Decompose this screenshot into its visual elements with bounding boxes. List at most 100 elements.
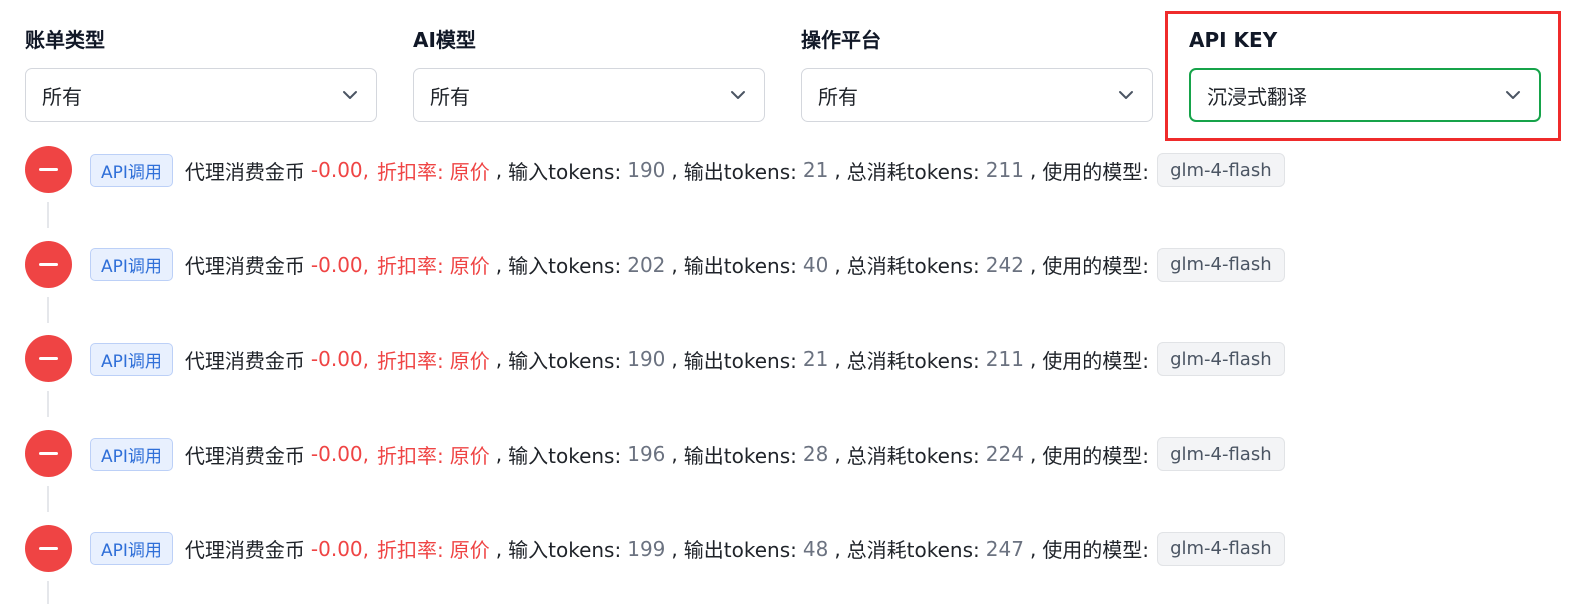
filter-bar: 账单类型 所有 AI模型 所有 操作平台 所有 API KEY 沉浸式翻译: [0, 0, 1588, 141]
platform-select[interactable]: 所有: [801, 68, 1153, 122]
model-label: 使用的模型:: [1042, 159, 1150, 184]
total-label: 总消耗tokens:: [846, 443, 980, 468]
filter-label: 账单类型: [25, 28, 105, 52]
timeline-item: API调用 代理消费金币 -0.00, 折扣率: 原价 , 输入tokens: …: [0, 140, 1588, 228]
filter-label: API KEY: [1189, 28, 1278, 52]
output-label: 输出tokens:: [683, 159, 797, 184]
select-value: 沉浸式翻译: [1207, 84, 1307, 109]
output-label: 输出tokens:: [683, 348, 797, 373]
model-tag: glm-4-flash: [1157, 247, 1285, 282]
input-label: 输入tokens:: [508, 254, 622, 279]
desc-text: 代理消费金币: [184, 159, 305, 184]
discount-label: 折扣率:: [377, 254, 444, 279]
api-call-tag: API调用: [90, 153, 173, 187]
bill-type-select[interactable]: 所有: [25, 68, 377, 122]
filter-platform: 操作平台 所有: [801, 26, 1153, 122]
timeline-connector: [47, 486, 49, 513]
output-label: 输出tokens:: [683, 254, 797, 279]
select-value: 所有: [818, 84, 858, 109]
filter-ai-model: AI模型 所有: [413, 26, 765, 122]
minus-circle-icon: [25, 335, 72, 383]
output-label: 输出tokens:: [683, 443, 797, 468]
model-tag: glm-4-flash: [1157, 342, 1285, 377]
model-label: 使用的模型:: [1042, 443, 1150, 468]
timeline-item-content: API调用 代理消费金币 -0.00, 折扣率: 原价 , 输入tokens: …: [90, 342, 1285, 377]
desc-text: 代理消费金币: [184, 538, 305, 563]
discount-value: 原价: [449, 254, 490, 279]
timeline-item: API调用 代理消费金币 -0.00, 折扣率: 原价 , 输入tokens: …: [0, 519, 1588, 604]
discount-value: 原价: [449, 443, 490, 468]
api-call-tag: API调用: [90, 248, 173, 282]
billing-timeline: API调用 代理消费金币 -0.00, 折扣率: 原价 , 输入tokens: …: [0, 140, 1588, 604]
timeline-item: API调用 代理消费金币 -0.00, 折扣率: 原价 , 输入tokens: …: [0, 424, 1588, 513]
output-value: 48: [802, 536, 829, 561]
timeline-item: API调用 代理消费金币 -0.00, 折扣率: 原价 , 输入tokens: …: [0, 235, 1588, 323]
discount-label: 折扣率:: [377, 159, 444, 184]
filter-bill-type: 账单类型 所有: [25, 26, 377, 122]
amount-value: -0.00,: [310, 442, 370, 467]
input-value: 199: [627, 536, 666, 561]
chevron-down-icon: [731, 91, 745, 99]
timeline-item-content: API调用 代理消费金币 -0.00, 折扣率: 原价 , 输入tokens: …: [90, 531, 1285, 566]
api-call-tag: API调用: [90, 342, 173, 376]
api-key-select[interactable]: 沉浸式翻译: [1189, 68, 1541, 122]
output-label: 输出tokens:: [683, 538, 797, 563]
output-value: 40: [802, 252, 829, 277]
input-label: 输入tokens:: [508, 348, 622, 373]
filter-label: 操作平台: [801, 28, 881, 52]
minus-circle-icon: [25, 240, 72, 288]
model-label: 使用的模型:: [1042, 348, 1150, 373]
amount-value: -0.00,: [310, 158, 370, 182]
timeline-connector: [47, 202, 49, 228]
output-value: 21: [802, 158, 829, 182]
chevron-down-icon: [1506, 91, 1520, 99]
input-label: 输入tokens:: [508, 159, 622, 184]
minus-circle-icon: [25, 146, 72, 193]
model-tag: glm-4-flash: [1157, 153, 1285, 187]
timeline-connector: [47, 296, 49, 323]
input-label: 输入tokens:: [508, 443, 622, 468]
input-label: 输入tokens:: [508, 538, 622, 563]
minus-circle-icon: [25, 430, 72, 478]
total-label: 总消耗tokens:: [846, 538, 980, 563]
model-tag: glm-4-flash: [1157, 437, 1285, 472]
select-value: 所有: [42, 84, 82, 109]
select-value: 所有: [430, 84, 470, 109]
output-value: 28: [802, 442, 829, 467]
timeline-item-content: API调用 代理消费金币 -0.00, 折扣率: 原价 , 输入tokens: …: [90, 247, 1285, 282]
total-label: 总消耗tokens:: [846, 159, 980, 184]
discount-value: 原价: [449, 348, 490, 373]
minus-circle-icon: [25, 524, 72, 572]
total-value: 247: [985, 536, 1024, 561]
timeline-connector: [47, 580, 49, 604]
timeline-item-content: API调用 代理消费金币 -0.00, 折扣率: 原价 , 输入tokens: …: [90, 437, 1285, 472]
filter-api-key: API KEY 沉浸式翻译: [1189, 26, 1541, 122]
total-value: 211: [985, 158, 1024, 182]
desc-text: 代理消费金币: [184, 443, 305, 468]
chevron-down-icon: [1119, 91, 1133, 99]
total-value: 242: [985, 252, 1024, 277]
model-tag: glm-4-flash: [1157, 531, 1285, 566]
discount-label: 折扣率:: [377, 348, 444, 373]
amount-value: -0.00,: [310, 536, 370, 561]
discount-value: 原价: [449, 159, 490, 184]
input-value: 190: [627, 347, 666, 372]
input-value: 190: [627, 158, 666, 182]
desc-text: 代理消费金币: [184, 254, 305, 279]
timeline-item-content: API调用 代理消费金币 -0.00, 折扣率: 原价 , 输入tokens: …: [90, 153, 1285, 187]
total-value: 224: [985, 442, 1024, 467]
model-label: 使用的模型:: [1042, 538, 1150, 563]
input-value: 202: [627, 252, 666, 277]
discount-label: 折扣率:: [377, 443, 444, 468]
amount-value: -0.00,: [310, 347, 370, 372]
filter-label: AI模型: [413, 28, 476, 52]
api-call-tag: API调用: [90, 532, 173, 566]
total-label: 总消耗tokens:: [846, 254, 980, 279]
timeline-item: API调用 代理消费金币 -0.00, 折扣率: 原价 , 输入tokens: …: [0, 329, 1588, 418]
discount-value: 原价: [449, 538, 490, 563]
discount-label: 折扣率:: [377, 538, 444, 563]
chevron-down-icon: [343, 91, 357, 99]
ai-model-select[interactable]: 所有: [413, 68, 765, 122]
total-label: 总消耗tokens:: [846, 348, 980, 373]
total-value: 211: [985, 347, 1024, 372]
